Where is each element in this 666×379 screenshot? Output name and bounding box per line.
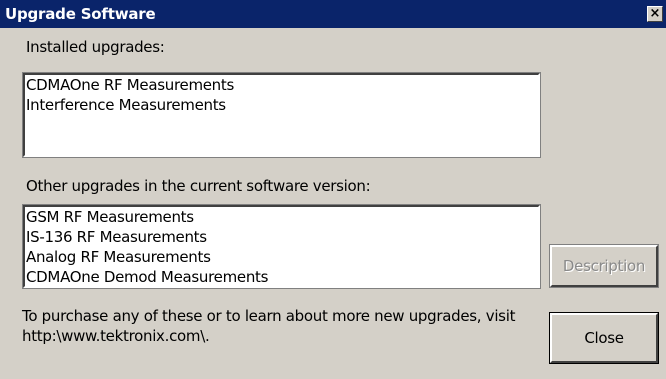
upgrade-software-dialog: Upgrade Software × Installed upgrades: C… xyxy=(0,0,666,379)
installed-upgrades-list[interactable]: CDMAOne RF Measurements Interference Mea… xyxy=(22,72,541,158)
title-bar[interactable]: Upgrade Software × xyxy=(0,0,666,28)
window-title: Upgrade Software xyxy=(5,5,156,23)
description-button[interactable]: Description xyxy=(549,244,659,288)
close-button[interactable]: Close xyxy=(549,312,659,364)
list-item[interactable]: GSM RF Measurements xyxy=(25,207,538,227)
list-item[interactable]: CDMAOne Demod Measurements xyxy=(25,267,538,287)
list-item[interactable]: Analog RF Measurements xyxy=(25,247,538,267)
close-icon[interactable]: × xyxy=(647,6,663,22)
list-item[interactable]: Interference Measurements xyxy=(25,95,538,115)
installed-upgrades-label: Installed upgrades: xyxy=(26,38,165,56)
purchase-info-line: To purchase any of these or to learn abo… xyxy=(22,307,516,325)
other-upgrades-label: Other upgrades in the current software v… xyxy=(26,177,371,195)
tektronix-url-text: http:\www.tektronix.com\. xyxy=(22,327,210,345)
other-upgrades-list[interactable]: GSM RF Measurements IS-136 RF Measuremen… xyxy=(22,204,541,289)
list-item[interactable]: IS-136 RF Measurements xyxy=(25,227,538,247)
purchase-info-text: To purchase any of these or to learn abo… xyxy=(22,306,542,346)
list-item[interactable]: CDMAOne RF Measurements xyxy=(25,75,538,95)
